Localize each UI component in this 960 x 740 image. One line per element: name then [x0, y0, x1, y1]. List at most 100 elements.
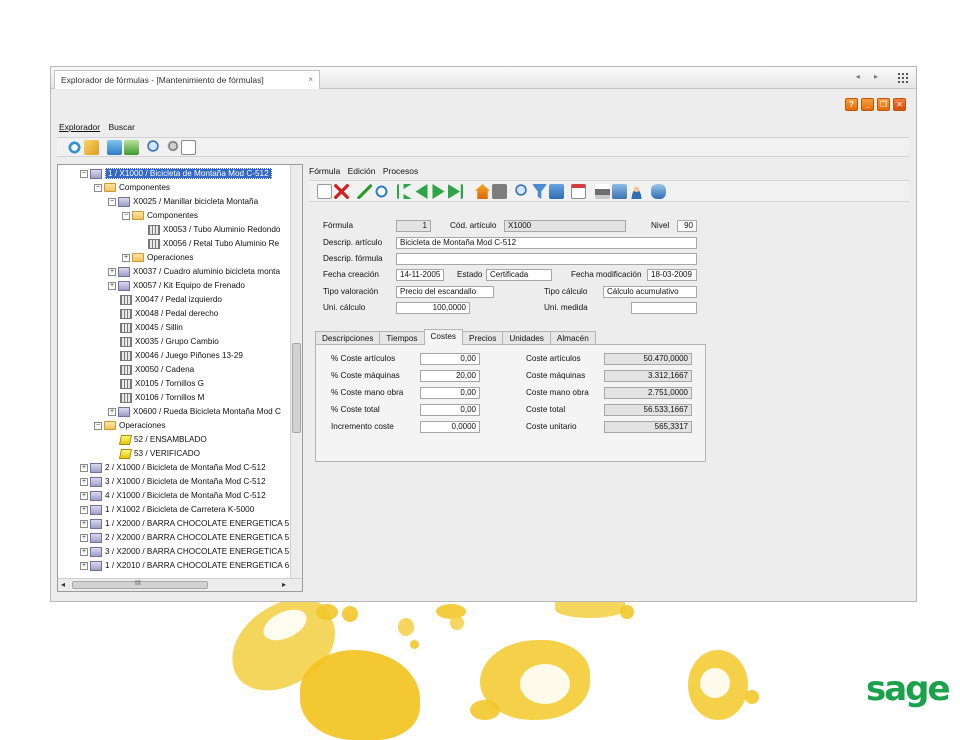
tree-row[interactable]: +3 / X2000 / BARRA CHOCOLATE ENERGETICA …: [80, 545, 289, 558]
coste-field[interactable]: 565,3317: [604, 421, 692, 433]
tab-list-icon[interactable]: [898, 73, 909, 83]
collapse-icon[interactable]: −: [108, 197, 116, 206]
tree-row[interactable]: − X0025 / Manillar bicicleta Montaña: [108, 195, 258, 208]
tree-row[interactable]: X0048 / Pedal derecho: [108, 307, 218, 320]
database-icon[interactable]: [651, 184, 666, 199]
expand-icon[interactable]: +: [80, 505, 88, 514]
filter-icon[interactable]: [532, 184, 547, 199]
tree-row[interactable]: +4 / X1000 / Bicicleta de Montaña Mod C-…: [80, 489, 266, 502]
tree-row[interactable]: − 1 / X1000 / Bicicleta de Montaña Mod C-…: [80, 167, 272, 180]
tree-row[interactable]: +3 / X1000 / Bicicleta de Montaña Mod C-…: [80, 475, 266, 488]
coste-field[interactable]: 56.533,1667: [604, 404, 692, 416]
expand-icon[interactable]: +: [80, 519, 88, 528]
window-icon[interactable]: [181, 140, 196, 155]
tree-row[interactable]: 53 / VERIFICADO: [108, 447, 200, 460]
find-next-icon[interactable]: [164, 140, 179, 155]
tree-row[interactable]: X0046 / Juego Piñones 13-29: [108, 349, 243, 362]
last-record-icon[interactable]: [448, 184, 463, 199]
expand-icon[interactable]: +: [80, 547, 88, 556]
tree-vertical-scrollbar[interactable]: [290, 165, 302, 579]
stop-icon[interactable]: [492, 184, 507, 199]
new-document-icon[interactable]: [317, 184, 332, 199]
nivel-field[interactable]: 90: [677, 220, 697, 232]
print-tree-icon[interactable]: [124, 140, 139, 155]
coste-field[interactable]: 0,00: [420, 353, 480, 365]
tipo-calculo-field[interactable]: Cálculo acumulativo: [603, 286, 697, 298]
tree-row[interactable]: − Operaciones: [94, 419, 165, 432]
scroll-right-icon[interactable]: ▸: [282, 580, 286, 589]
menu-formula[interactable]: Fórmula: [309, 166, 340, 176]
first-record-icon[interactable]: [397, 184, 412, 199]
tree-row[interactable]: + Operaciones: [122, 251, 193, 264]
tree-row[interactable]: +2 / X1000 / Bicicleta de Montaña Mod C-…: [80, 461, 266, 474]
next-record-icon[interactable]: [432, 184, 445, 199]
user-icon[interactable]: [629, 184, 644, 199]
coste-field[interactable]: 0,00: [420, 404, 480, 416]
home-icon[interactable]: [475, 184, 490, 199]
coste-field[interactable]: 0,0000: [420, 421, 480, 433]
tree-row[interactable]: X0053 / Tubo Aluminio Redondo: [136, 223, 280, 236]
tree-row[interactable]: + X0057 / Kit Equipo de Frenado: [108, 279, 245, 292]
print-icon[interactable]: [595, 184, 610, 199]
restore-button[interactable]: ❐: [877, 98, 890, 111]
menu-procesos[interactable]: Procesos: [383, 166, 418, 176]
tree-row[interactable]: X0045 / Sillin: [108, 321, 183, 334]
fecha-modificacion-field[interactable]: 18-03-2009: [647, 269, 697, 281]
menu-buscar[interactable]: Buscar: [108, 122, 134, 132]
clear-filter-icon[interactable]: [549, 184, 564, 199]
tree-row[interactable]: +1 / X1002 / Bicicleta de Carretera K-50…: [80, 503, 254, 516]
tree-row[interactable]: X0050 / Cadena: [108, 363, 194, 376]
descrip-formula-field[interactable]: [396, 253, 697, 265]
expand-icon[interactable]: +: [108, 281, 116, 290]
expand-icon[interactable]: +: [80, 561, 88, 570]
coste-field[interactable]: 50.470,0000: [604, 353, 692, 365]
formula-tree[interactable]: ◂ III ▸ −1 / X1000 / Bicicleta de Montañ…: [57, 164, 303, 592]
tree-vertical-scroll-thumb[interactable]: [292, 343, 301, 433]
tab-costes[interactable]: Costes: [423, 329, 463, 345]
expand-icon[interactable]: +: [80, 533, 88, 542]
estado-field[interactable]: Certificada: [486, 269, 552, 281]
tree-row[interactable]: + X0600 / Rueda Bicicleta Montaña Mod C: [108, 405, 281, 418]
previous-record-icon[interactable]: [415, 184, 428, 199]
menu-edicion[interactable]: Edición: [348, 166, 376, 176]
tree-row[interactable]: X0105 / Tornillos G: [108, 377, 204, 390]
help-button[interactable]: ?: [845, 98, 858, 111]
formula-field[interactable]: 1: [396, 220, 431, 232]
calendar-icon[interactable]: [571, 184, 586, 199]
tree-row[interactable]: X0106 / Tornillos M: [108, 391, 204, 404]
cod-articulo-field[interactable]: X1000: [504, 220, 626, 232]
edit-record-icon[interactable]: [84, 140, 99, 155]
tree-row[interactable]: +1 / X2000 / BARRA CHOCOLATE ENERGETICA …: [80, 517, 289, 530]
tree-horizontal-scrollbar[interactable]: ◂ III ▸: [58, 578, 302, 591]
tree-row[interactable]: − Componentes: [94, 181, 170, 194]
refresh-icon[interactable]: [67, 140, 82, 155]
tab-tiempos[interactable]: Tiempos: [379, 331, 425, 345]
tree-row[interactable]: − Componentes: [122, 209, 198, 222]
close-button[interactable]: ✕: [893, 98, 906, 111]
descrip-articulo-field[interactable]: Bicicleta de Montaña Mod C-512: [396, 237, 697, 249]
undo-icon[interactable]: [374, 184, 389, 199]
document-tab[interactable]: Explorador de fórmulas - [Mantenimiento …: [54, 70, 320, 89]
accept-check-icon[interactable]: [357, 184, 372, 199]
coste-field[interactable]: 3.312,1667: [604, 370, 692, 382]
tab-descripciones[interactable]: Descripciones: [315, 331, 381, 345]
tab-almacen[interactable]: Almacén: [549, 331, 596, 345]
coste-field[interactable]: 2.751,0000: [604, 387, 692, 399]
expand-icon[interactable]: +: [80, 463, 88, 472]
close-tab-icon[interactable]: ×: [308, 75, 313, 84]
coste-field[interactable]: 0,00: [420, 387, 480, 399]
minimize-button[interactable]: _: [861, 98, 874, 111]
expand-icon[interactable]: +: [122, 253, 130, 262]
search-icon[interactable]: [147, 140, 162, 155]
collapse-icon[interactable]: −: [122, 211, 130, 220]
export-icon[interactable]: [107, 140, 122, 155]
uni-calculo-field[interactable]: 100,0000: [396, 302, 470, 314]
tree-row[interactable]: + X0037 / Cuadro aluminio bicicleta monta: [108, 265, 280, 278]
menu-explorador[interactable]: Explorador: [59, 122, 100, 132]
tab-precios[interactable]: Precios: [462, 331, 504, 345]
tab-nav-arrows[interactable]: ◂ ▸: [856, 72, 884, 81]
tree-row[interactable]: X0056 / Retal Tubo Aluminio Re: [136, 237, 279, 250]
tab-unidades[interactable]: Unidades: [502, 331, 551, 345]
collapse-icon[interactable]: −: [80, 169, 88, 178]
tree-horizontal-scroll-thumb[interactable]: III: [72, 580, 208, 589]
